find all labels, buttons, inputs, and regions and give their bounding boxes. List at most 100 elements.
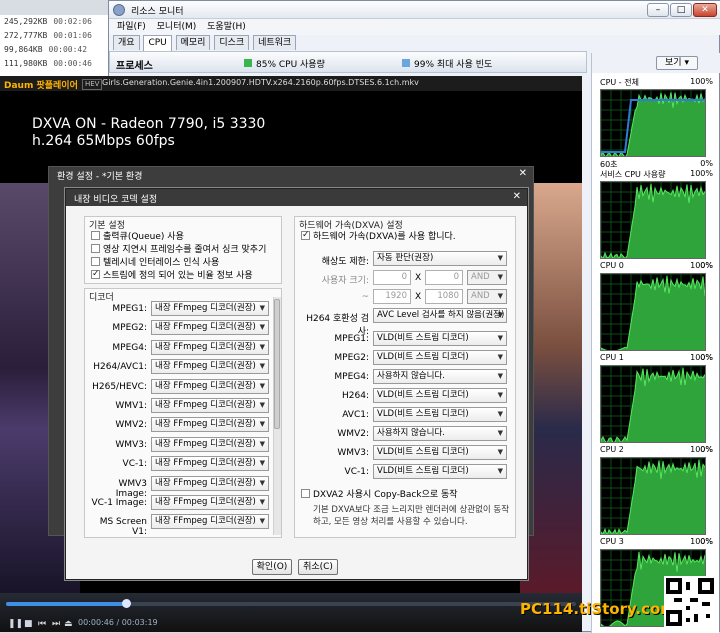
- tab-network[interactable]: 네트워크: [253, 35, 297, 50]
- osd-text: DXVA ON - Radeon 7790, i5 3330 h.264 65M…: [32, 116, 265, 150]
- eject-icon[interactable]: ⏏: [64, 619, 73, 629]
- process-section-header[interactable]: 프로세스 85% CPU 사용량 99% 최대 사용 빈도: [109, 51, 587, 73]
- cpu-graph-plot: [601, 274, 705, 350]
- and-select-1[interactable]: AND ▼: [467, 270, 507, 285]
- decoder-value: VLD(비트 스트림 디코더): [377, 447, 469, 457]
- chevron-down-icon: ▼: [259, 362, 265, 371]
- graph-panel: 보기 ▾ CPU - 전체 100% 60초 0% 서비스 CPU 사용량 100% 0% C…: [591, 53, 720, 633]
- file-row[interactable]: 245,292KB 00:02:06: [0, 15, 110, 29]
- decoder-value: 내장 FFmpeg 디코더(권장): [155, 400, 256, 410]
- checkbox[interactable]: [91, 268, 100, 281]
- decoder-select[interactable]: 내장 FFmpeg 디코더(권장) ▼: [151, 339, 269, 355]
- tab-memory[interactable]: 메모리: [175, 35, 211, 50]
- dialog-title-bar: 내장 비디오 코덱 설정 ✕: [66, 189, 527, 206]
- decoder-value: 내장 FFmpeg 디코더(권장): [155, 303, 256, 313]
- pause-icon[interactable]: ❚❚: [8, 619, 23, 629]
- basic-setting-checkbox[interactable]: 스트림에 정의 되어 있는 비율 정보 사용: [91, 268, 279, 283]
- seek-handle[interactable]: [121, 599, 131, 608]
- user-height-input[interactable]: 0: [425, 270, 463, 285]
- checkbox[interactable]: [91, 244, 100, 253]
- view-button[interactable]: 보기 ▾: [656, 56, 698, 70]
- decoder-select[interactable]: 사용하지 않습니다. ▼: [373, 369, 507, 384]
- stop-icon[interactable]: ■: [24, 619, 33, 629]
- previous-icon[interactable]: ⏮: [38, 619, 46, 629]
- basic-setting-checkbox[interactable]: 텔레시네 인터레이스 인식 사용: [91, 257, 279, 270]
- menu-file[interactable]: 파일(F): [117, 19, 146, 35]
- decoder-select[interactable]: 내장 FFmpeg 디코더(권장) ▼: [151, 475, 269, 491]
- chevron-down-icon: ▼: [497, 292, 503, 300]
- user-width-input[interactable]: 0: [373, 270, 411, 285]
- decoder-select[interactable]: VLD(비트 스트림 디코더) ▼: [373, 388, 507, 403]
- decoder-select[interactable]: 사용하지 않습니다. ▼: [373, 426, 507, 441]
- menu-help[interactable]: 도움말(H): [207, 19, 246, 35]
- copyback-check[interactable]: [301, 489, 310, 498]
- cpu-graph-plot: [601, 366, 705, 442]
- decoder-select[interactable]: 내장 FFmpeg 디코더(권장) ▼: [151, 417, 269, 433]
- minimize-button[interactable]: –: [647, 3, 669, 17]
- cpu-graph: [600, 457, 706, 535]
- decoder-select[interactable]: 내장 FFmpeg 디코더(권장) ▼: [151, 456, 269, 472]
- decoder-name: MPEG1:: [112, 304, 147, 314]
- cancel-button[interactable]: 취소(C): [298, 559, 338, 575]
- decoder-scroll-thumb[interactable]: [274, 299, 280, 429]
- decoder-select[interactable]: 내장 FFmpeg 디코더(권장) ▼: [151, 436, 269, 452]
- decoder-select[interactable]: VLD(비트 스트림 디코더) ▼: [373, 407, 507, 422]
- decoder-select[interactable]: VLD(비트 스트림 디코더) ▼: [373, 350, 507, 365]
- decoder-select[interactable]: VLD(비트 스트림 디코더) ▼: [373, 331, 507, 346]
- decoder-select[interactable]: 내장 FFmpeg 디코더(권장) ▼: [151, 514, 269, 530]
- copyback-checkbox[interactable]: DXVA2 사용시 Copy-Back으로 동작: [301, 489, 458, 502]
- ok-button[interactable]: 확인(O): [252, 559, 292, 575]
- next-icon[interactable]: ⏭: [52, 619, 60, 629]
- checkbox[interactable]: [91, 257, 100, 266]
- basic-setting-checkbox[interactable]: 출력큐(Queue) 사용: [91, 231, 279, 244]
- close-button[interactable]: ✕: [693, 3, 717, 17]
- playback-time: 00:00:46 / 00:03:19: [78, 618, 158, 627]
- file-row[interactable]: 272,777KB 00:01:06: [0, 29, 110, 43]
- decoder-name: MPEG4:: [334, 372, 369, 382]
- decoder-name: MS Screen V1:: [99, 517, 147, 538]
- decoder-select[interactable]: 내장 FFmpeg 디코더(권장) ▼: [151, 378, 269, 394]
- decoder-select[interactable]: 내장 FFmpeg 디코더(권장) ▼: [151, 301, 269, 316]
- close-icon[interactable]: ✕: [513, 191, 521, 202]
- tab-overview[interactable]: 개요: [113, 35, 140, 50]
- decoder-value: VLD(비트 스트림 디코더): [377, 409, 469, 419]
- cpu-graph: [600, 273, 706, 351]
- cpu-graph-label: CPU 0: [600, 261, 624, 270]
- resolution-limit-select[interactable]: 자동 판단(권장) ▼: [373, 251, 507, 266]
- checkbox[interactable]: [91, 231, 100, 240]
- decoder-value: 내장 FFmpeg 디코더(권장): [155, 380, 256, 391]
- h264-compat-select[interactable]: AVC Level 검사를 하지 않음(권장) ▼: [373, 308, 507, 323]
- hw-accel-check[interactable]: [301, 229, 310, 242]
- cpu-usage-area: [601, 367, 705, 442]
- title-bar: 리소스 모니터 – □ ✕: [109, 1, 720, 19]
- decoder-select[interactable]: 내장 FFmpeg 디코더(권장) ▼: [151, 320, 269, 336]
- max-height-input[interactable]: 1080: [425, 289, 463, 304]
- cpu-graph-label: CPU - 전체: [600, 78, 639, 87]
- file-row[interactable]: 111,980KB 00:00:46: [0, 57, 110, 71]
- decoder-select[interactable]: 내장 FFmpeg 디코더(권장) ▼: [151, 495, 269, 510]
- decoder-value: 내장 FFmpeg 디코더(권장): [155, 322, 256, 333]
- basic-setting-checkbox[interactable]: 영상 지연시 프레임수를 줄여서 싱크 맞추기: [91, 244, 279, 257]
- decoder-scrollbar[interactable]: [273, 297, 281, 535]
- close-icon[interactable]: ✕: [519, 168, 527, 179]
- file-list: 245,292KB 00:02:06 272,777KB 00:01:06 99,864…: [0, 15, 110, 77]
- video-codec-settings-dialog: 내장 비디오 코덱 설정 ✕ 기본 설정 출력큐(Queue) 사용 영상 지연시…: [65, 188, 528, 580]
- file-row[interactable]: 99,864KB 00:00:42: [0, 43, 110, 57]
- max-width-input[interactable]: 1920: [373, 289, 411, 304]
- maximize-button[interactable]: □: [670, 3, 692, 17]
- and-select-2[interactable]: AND ▼: [467, 289, 507, 304]
- decoder-select[interactable]: VLD(비트 스트림 디코더) ▼: [373, 445, 507, 460]
- tab-cpu[interactable]: CPU: [143, 35, 172, 51]
- decoder-value: 내장 FFmpeg 디코더(권장): [155, 516, 256, 527]
- decoder-name: WMV3 Image:: [115, 478, 147, 499]
- decoder-select[interactable]: 내장 FFmpeg 디코더(권장) ▼: [151, 398, 269, 413]
- decoder-select[interactable]: 내장 FFmpeg 디코더(권장) ▼: [151, 359, 269, 375]
- tab-disk[interactable]: 디스크: [214, 35, 250, 50]
- menu-monitor[interactable]: 모니터(M): [157, 19, 197, 35]
- env-title: 환경 설정 - *기본 환경: [57, 172, 143, 182]
- hw-accel-checkbox[interactable]: 하드웨어 가속(DXVA)를 사용 합니다.: [301, 229, 456, 244]
- decoder-select[interactable]: VLD(비트 스트림 디코더) ▼: [373, 464, 507, 479]
- resource-monitor-icon: [113, 4, 125, 16]
- hw-accel-title: 하드웨어 가속(DXVA) 설정: [299, 221, 403, 231]
- cpu-usage-area: [601, 275, 705, 350]
